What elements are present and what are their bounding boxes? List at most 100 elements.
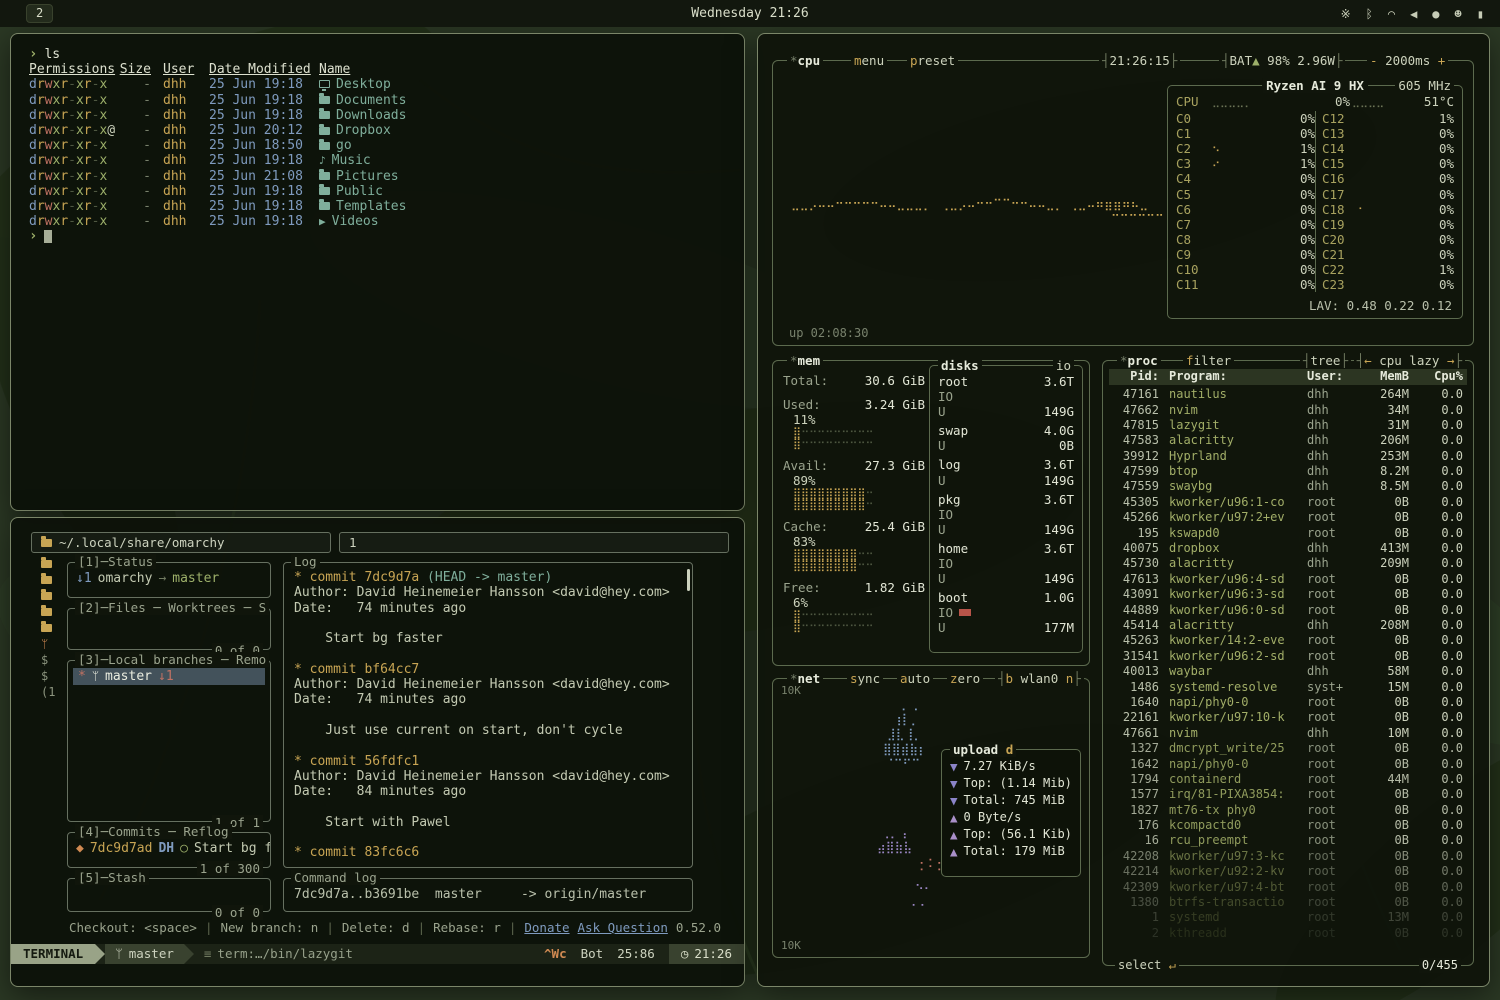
user-account-icon[interactable]: ☻: [1455, 7, 1462, 21]
process-row[interactable]: 40075dropboxdhh413M0.0: [1109, 541, 1467, 556]
process-row[interactable]: 22161kworker/u97:10-kroot0B0.0: [1109, 710, 1467, 725]
process-row[interactable]: 45414alacrittydhh208M0.0: [1109, 618, 1467, 633]
process-row[interactable]: 1577irq/81-PIXA3854:root0B0.0: [1109, 787, 1467, 802]
disks-title[interactable]: disks: [938, 358, 982, 373]
log-commit-line[interactable]: * commit 83fc6c6: [294, 845, 682, 860]
process-row[interactable]: 47599btopdhh8.2M0.0: [1109, 464, 1467, 479]
process-row[interactable]: 42208kworker/u97:3-kcroot0B0.0: [1109, 849, 1467, 864]
process-row[interactable]: 1327dmcrypt_write/25root0B0.0: [1109, 741, 1467, 756]
disks-panel[interactable]: disks io root3.6TIOU149Gswap4.0GU0Blog3.…: [929, 365, 1083, 653]
lazygit-status-panel[interactable]: [1]─Status ↓1 omarchy → master: [67, 562, 271, 598]
header-user[interactable]: User:: [1307, 369, 1357, 384]
header-program[interactable]: Program:: [1159, 369, 1307, 384]
log-commit-line[interactable]: * commit 7dc9d7a (HEAD -> master): [294, 570, 682, 585]
sort-mode-control[interactable]: ┤← cpu lazy →├: [1354, 353, 1465, 368]
process-row[interactable]: 45305kworker/u96:1-coroot0B0.0: [1109, 495, 1467, 510]
io-mode-toggle[interactable]: io: [1053, 358, 1074, 373]
volume-icon[interactable]: ◀: [1410, 7, 1417, 21]
folder-icon[interactable]: [41, 576, 52, 584]
process-row[interactable]: 1827mt76-tx phy0root0B0.0: [1109, 803, 1467, 818]
process-row[interactable]: 47661nvimdhh10M0.0: [1109, 726, 1467, 741]
bluetooth-icon[interactable]: ᛒ: [1366, 7, 1373, 21]
header-cpu[interactable]: Cpu%: [1409, 369, 1463, 384]
process-row[interactable]: 47161nautilusdhh264M0.0: [1109, 387, 1467, 402]
winbar-cwd[interactable]: ~/.local/share/omarchy: [31, 532, 331, 553]
process-row[interactable]: 16rcu_preemptroot0B0.0: [1109, 833, 1467, 848]
help-link[interactable]: Donate: [524, 920, 569, 935]
lazygit-command-log-panel[interactable]: Command log 7dc9d7a..b3691be master -> o…: [283, 878, 693, 912]
battery-icon[interactable]: ▮: [1477, 7, 1484, 21]
process-row[interactable]: 47583alacrittydhh206M0.0: [1109, 433, 1467, 448]
lazygit-window[interactable]: ~/.local/share/omarchy 1 ᛘ$$(1 [1]─Statu…: [10, 517, 745, 987]
log-commit-line[interactable]: * commit 56fdfc1: [294, 754, 682, 769]
process-row[interactable]: 45263kworker/14:2-everoot0B0.0: [1109, 633, 1467, 648]
process-row[interactable]: 2kthreaddroot0B0.0: [1109, 926, 1467, 941]
process-row[interactable]: 1systemdroot13M0.0: [1109, 910, 1467, 925]
lazygit-log-panel[interactable]: Log * commit 7dc9d7a (HEAD -> master)Aut…: [283, 562, 693, 868]
lazygit-commits-panel[interactable]: [4]─Commits ─ Reflog ◆ 7dc9d7ad DH ○ Sta…: [67, 832, 271, 868]
process-name: btop: [1159, 464, 1307, 479]
process-row[interactable]: 1380btrfs-transactioroot0B0.0: [1109, 895, 1467, 910]
branch-row-selected[interactable]: * ᛘ master ↓1: [73, 668, 265, 685]
filter-button[interactable]: filter: [1183, 353, 1234, 368]
wifi-icon[interactable]: ◠: [1388, 7, 1395, 21]
process-row[interactable]: 47559swaybgdhh8.5M0.0: [1109, 479, 1467, 494]
cpu-panel[interactable]: *cpu menu preset ┤21:26:15├ ┤BAT▲ 98% 2.…: [772, 60, 1474, 346]
process-row[interactable]: 45730alacrittydhh209M0.0: [1109, 556, 1467, 571]
folder-icon[interactable]: [41, 592, 52, 600]
log-commit-line[interactable]: * commit bf64cc7: [294, 662, 682, 677]
process-row[interactable]: 45266kworker/u97:2+evroot0B0.0: [1109, 510, 1467, 525]
process-row[interactable]: 1642napi/phy0-0root0B0.0: [1109, 756, 1467, 771]
mem-box-title[interactable]: *mem: [787, 353, 823, 368]
disk-list: root3.6TIOU149Gswap4.0GU0Blog3.6TU149Gpk…: [938, 374, 1074, 636]
lazygit-files-panel[interactable]: [2]─Files ─ Worktrees ─ S 0 of 0: [67, 608, 271, 650]
tree-toggle[interactable]: ┤tree├: [1300, 353, 1351, 368]
folder-icon[interactable]: [41, 608, 52, 616]
process-row[interactable]: 47662nvimdhh34M0.0: [1109, 402, 1467, 417]
lazygit-branches-panel[interactable]: [3]─Local branches ─ Remo * ᛘ master ↓1 …: [67, 660, 271, 822]
upload-box-title[interactable]: upload d: [950, 742, 1016, 757]
winbar-buffer-tab[interactable]: 1: [339, 532, 729, 553]
folder-icon[interactable]: [41, 560, 52, 568]
process-row[interactable]: 1486systemd-resolvesyst+15M0.0: [1109, 679, 1467, 694]
process-row[interactable]: 31541kworker/u96:2-sdroot0B0.0: [1109, 649, 1467, 664]
process-row[interactable]: 40013waybardhh58M0.0: [1109, 664, 1467, 679]
proc-box-title[interactable]: *proc: [1117, 353, 1161, 368]
process-user: dhh: [1307, 418, 1357, 433]
prompt-line-input[interactable]: ›: [29, 229, 744, 244]
process-panel[interactable]: *proc filter ┤tree├ ┤← cpu lazy →├ Pid: …: [1102, 360, 1474, 966]
tray-app-icon[interactable]: ※: [1341, 7, 1351, 21]
process-row[interactable]: 1794containerdroot44M0.0: [1109, 772, 1467, 787]
network-panel[interactable]: *net sync auto zero ┤b wlan0 n├ 10K 10K …: [772, 678, 1090, 958]
process-table-header[interactable]: Pid: Program: User: MemB Cpu%: [1109, 369, 1467, 385]
memory-panel[interactable]: *mem Total:30.6 GiBUsed:3.24 GiB11%⣿⠒⠒⠒⠒…: [772, 360, 1090, 666]
btop-window[interactable]: *cpu menu preset ┤21:26:15├ ┤BAT▲ 98% 2.…: [757, 33, 1490, 987]
header-pid[interactable]: Pid:: [1113, 369, 1159, 384]
process-row[interactable]: 176kcompactd0root0B0.0: [1109, 818, 1467, 833]
process-row[interactable]: 44889kworker/u96:0-sdroot0B0.0: [1109, 602, 1467, 617]
header-memb[interactable]: MemB: [1357, 369, 1409, 384]
sort-prev-arrow[interactable]: ←: [1364, 353, 1372, 368]
help-link[interactable]: Ask Question: [578, 920, 668, 935]
folder-icon[interactable]: [41, 624, 52, 632]
process-row[interactable]: 47815lazygitdhh31M0.0: [1109, 418, 1467, 433]
process-row[interactable]: 42309kworker/u97:4-btroot0B0.0: [1109, 880, 1467, 895]
process-row[interactable]: 1640napi/phy0-0root0B0.0: [1109, 695, 1467, 710]
process-user: dhh: [1307, 541, 1357, 556]
commit-hash: * commit 83fc6c6: [294, 845, 419, 860]
keybinding-help-bar: Checkout: <space>|New branch: n|Delete: …: [69, 920, 721, 935]
process-cpu: 0.0: [1409, 695, 1463, 710]
log-scrollbar[interactable]: [687, 569, 690, 591]
process-row[interactable]: 195kswapd0root0B0.0: [1109, 526, 1467, 541]
process-name: rcu_preempt: [1159, 833, 1307, 848]
process-row[interactable]: 42214kworker/u92:2-kvroot0B0.0: [1109, 864, 1467, 879]
screen-record-icon[interactable]: ●: [1432, 7, 1439, 21]
lazygit-stash-panel[interactable]: [5]─Stash 0 of 0: [67, 878, 271, 912]
process-row[interactable]: 39912Hyprlanddhh253M0.0: [1109, 449, 1467, 464]
process-memory: 0B: [1357, 695, 1409, 710]
process-row[interactable]: 43091kworker/u96:3-sdroot0B0.0: [1109, 587, 1467, 602]
files-terminal-window[interactable]: › ls Permissions Size User Date Modified…: [10, 33, 745, 511]
process-cpu: 0.0: [1409, 572, 1463, 587]
process-row[interactable]: 47613kworker/u96:4-sdroot0B0.0: [1109, 572, 1467, 587]
git-branch-icon[interactable]: ᛘ: [41, 636, 48, 652]
